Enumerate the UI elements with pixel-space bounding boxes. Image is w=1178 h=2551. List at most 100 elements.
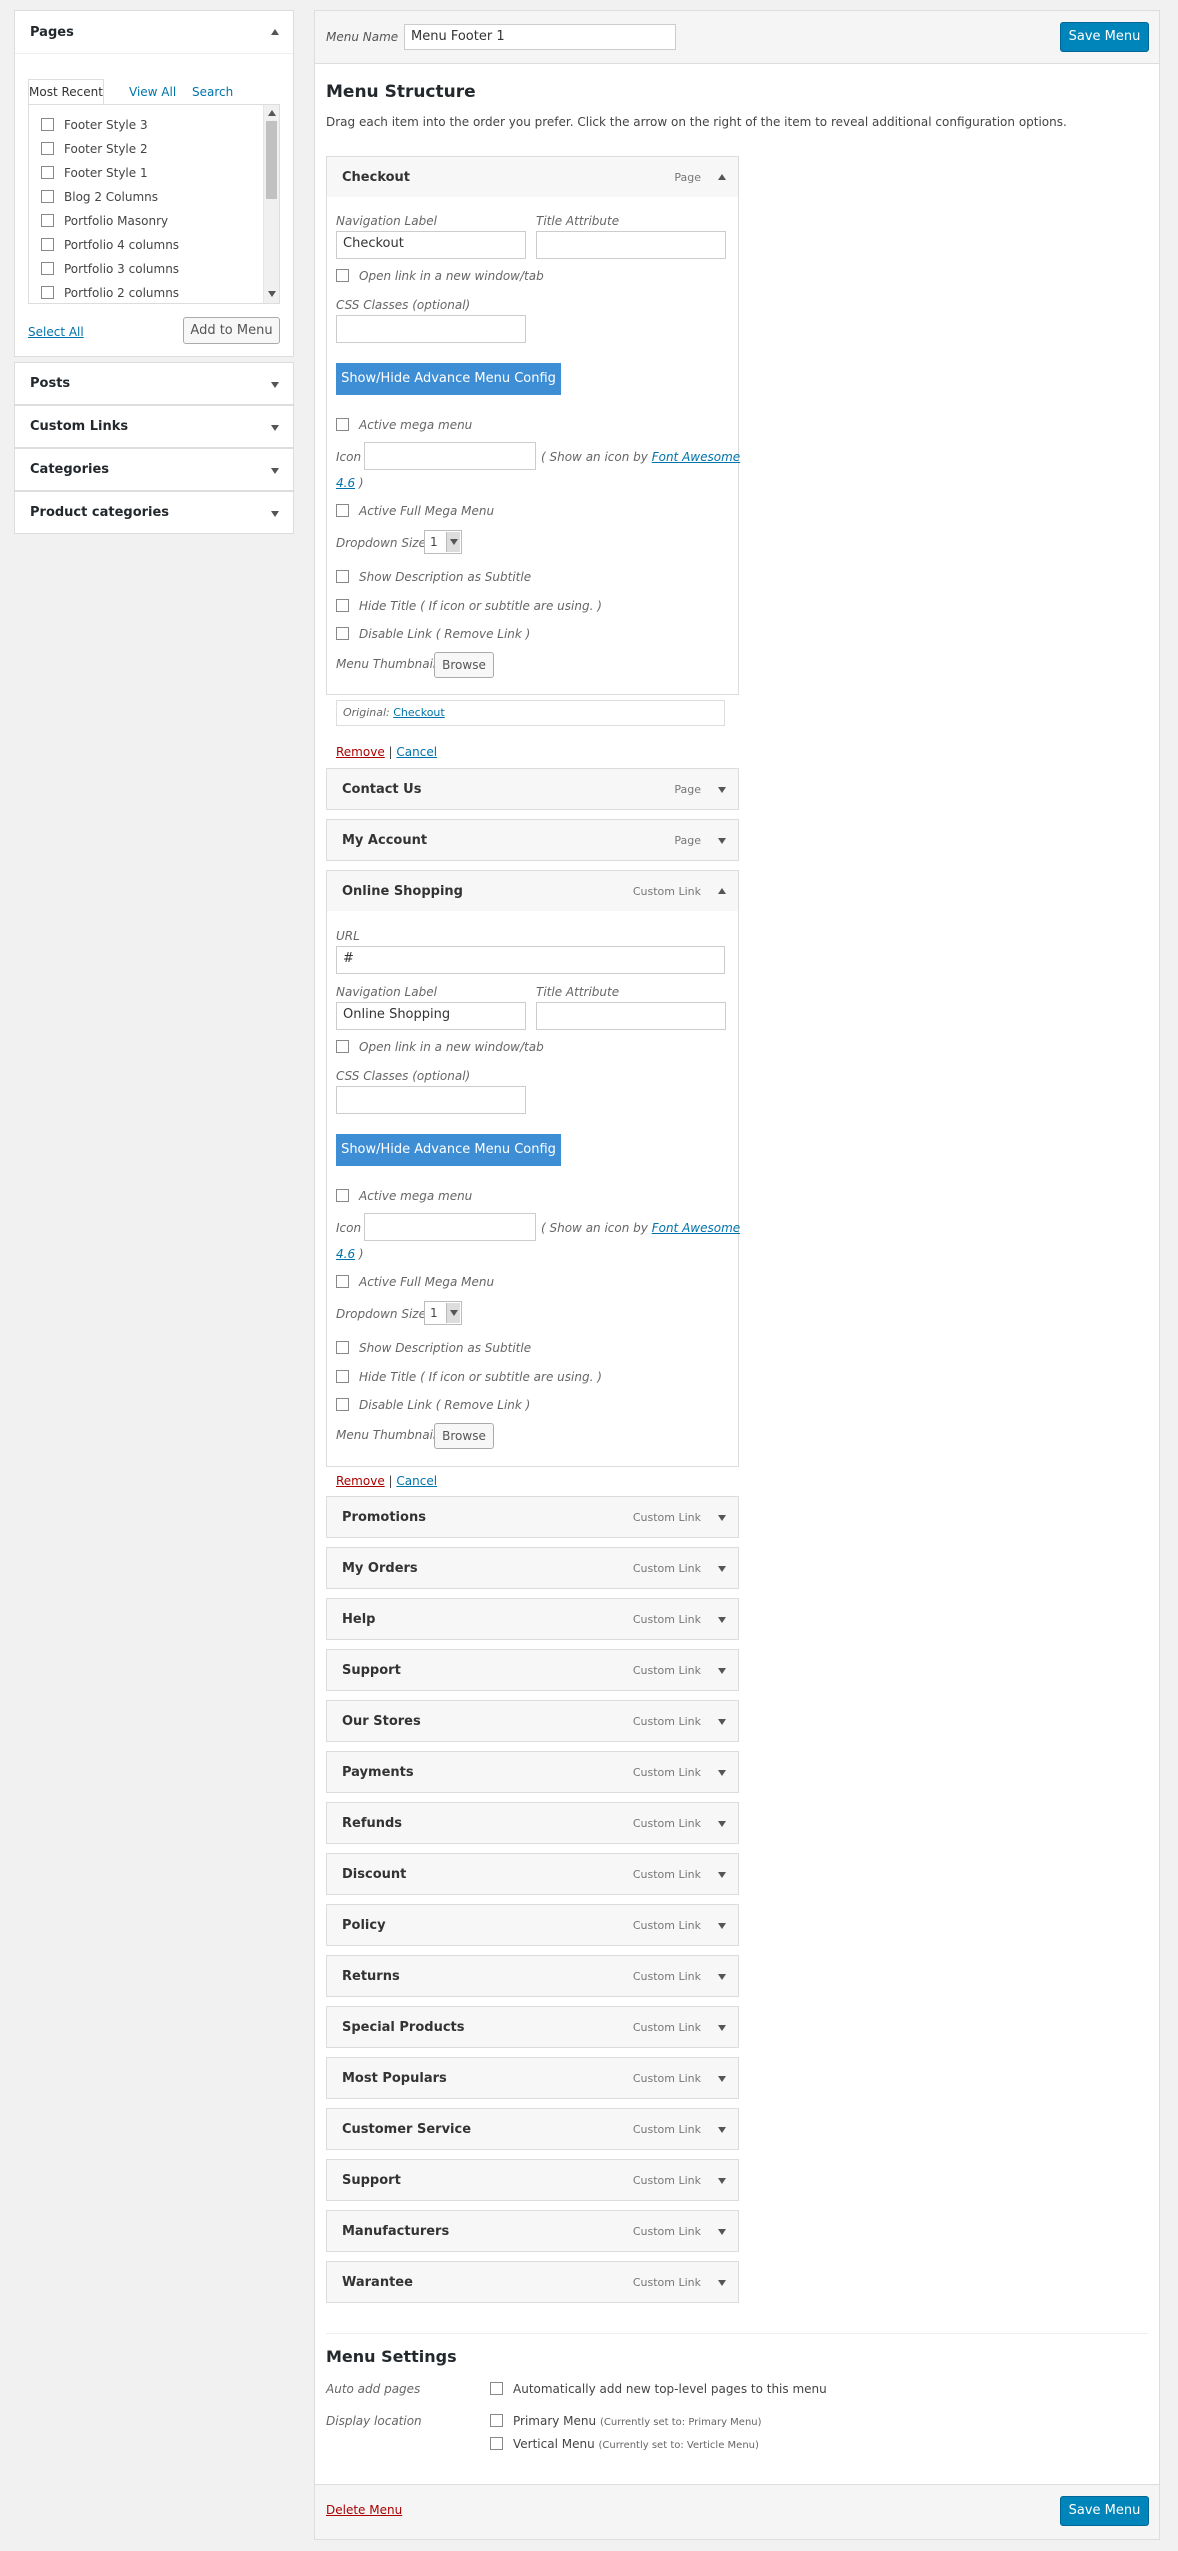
expand-down-icon[interactable] <box>718 1770 726 1776</box>
list-item[interactable]: Portfolio 4 columns <box>41 238 179 252</box>
active-mega-option[interactable]: Active mega menu <box>336 1189 472 1204</box>
expand-down-icon[interactable] <box>718 1974 726 1980</box>
font-awesome-version-link[interactable]: 4.6 <box>336 1247 355 1261</box>
menu-item-support[interactable]: Support Custom Link <box>326 1649 739 1691</box>
full-mega-option[interactable]: Active Full Mega Menu <box>336 504 494 519</box>
icon-input[interactable] <box>364 1213 536 1241</box>
checkbox[interactable] <box>336 1275 349 1288</box>
checkbox[interactable] <box>41 286 54 299</box>
checkbox[interactable] <box>41 238 54 251</box>
checkbox[interactable] <box>336 269 349 282</box>
menu-item-checkout[interactable]: Checkout Page <box>326 156 739 198</box>
collapse-up-icon[interactable] <box>271 29 279 35</box>
checkbox[interactable] <box>336 1040 349 1053</box>
checkbox[interactable] <box>336 504 349 517</box>
delete-menu-link[interactable]: Delete Menu <box>326 2503 402 2517</box>
browse-button[interactable]: Browse <box>434 1423 494 1449</box>
icon-input[interactable] <box>364 442 536 470</box>
expand-down-icon[interactable] <box>718 787 726 793</box>
checkbox[interactable] <box>41 142 54 155</box>
expand-down-icon[interactable] <box>718 2025 726 2031</box>
advance-config-button[interactable]: Show/Hide Advance Menu Config <box>336 363 561 395</box>
menu-item-returns[interactable]: Returns Custom Link <box>326 1955 739 1997</box>
hide-title-option[interactable]: Hide Title ( If icon or subtitle are usi… <box>336 1370 602 1385</box>
expand-down-icon[interactable] <box>718 1566 726 1572</box>
pages-panel-title[interactable]: Pages <box>30 25 74 40</box>
menu-item-promotions[interactable]: Promotions Custom Link <box>326 1496 739 1538</box>
checkbox[interactable] <box>336 599 349 612</box>
cancel-link[interactable]: Cancel <box>396 1474 437 1488</box>
expand-down-icon[interactable] <box>718 1821 726 1827</box>
expand-down-icon[interactable] <box>718 1872 726 1878</box>
disable-link-option[interactable]: Disable Link ( Remove Link ) <box>336 1398 530 1413</box>
original-link[interactable]: Checkout <box>393 706 444 719</box>
collapse-up-icon[interactable] <box>718 888 726 894</box>
nav-label-input[interactable]: Checkout <box>336 231 526 259</box>
menu-item-payments[interactable]: Payments Custom Link <box>326 1751 739 1793</box>
checkbox[interactable] <box>41 118 54 131</box>
disable-link-option[interactable]: Disable Link ( Remove Link ) <box>336 627 530 642</box>
list-item[interactable]: Footer Style 3 <box>41 118 148 132</box>
url-input[interactable]: # <box>336 946 725 974</box>
checkbox[interactable] <box>41 166 54 179</box>
menu-item-customer-service[interactable]: Customer Service Custom Link <box>326 2108 739 2150</box>
scroll-up-icon[interactable] <box>268 110 276 116</box>
menu-item-manufacturers[interactable]: Manufacturers Custom Link <box>326 2210 739 2252</box>
hide-title-option[interactable]: Hide Title ( If icon or subtitle are usi… <box>336 599 602 614</box>
tab-search[interactable]: Search <box>192 85 233 99</box>
checkbox[interactable] <box>336 418 349 431</box>
full-mega-option[interactable]: Active Full Mega Menu <box>336 1275 494 1290</box>
collapse-up-icon[interactable] <box>718 174 726 180</box>
pages-list[interactable]: Footer Style 3 Footer Style 2 Footer Sty… <box>28 104 280 304</box>
menu-item-support-2[interactable]: Support Custom Link <box>326 2159 739 2201</box>
scroll-thumb[interactable] <box>266 121 277 199</box>
accordion-custom-links[interactable]: Custom Links <box>14 405 294 448</box>
list-item[interactable]: Blog 2 Columns <box>41 190 158 204</box>
checkbox[interactable] <box>41 262 54 275</box>
list-item[interactable]: Portfolio 2 columns <box>41 286 179 300</box>
list-item[interactable]: Portfolio Masonry <box>41 214 168 228</box>
menu-item-my-orders[interactable]: My Orders Custom Link <box>326 1547 739 1589</box>
checkbox[interactable] <box>490 2414 503 2427</box>
expand-down-icon[interactable] <box>718 2127 726 2133</box>
menu-item-most-populars[interactable]: Most Populars Custom Link <box>326 2057 739 2099</box>
cancel-link[interactable]: Cancel <box>396 745 437 759</box>
checkbox[interactable] <box>336 1398 349 1411</box>
css-classes-input[interactable] <box>336 315 526 343</box>
menu-item-help[interactable]: Help Custom Link <box>326 1598 739 1640</box>
checkbox[interactable] <box>336 627 349 640</box>
scrollbar[interactable] <box>263 105 279 303</box>
expand-down-icon[interactable] <box>718 1923 726 1929</box>
auto-add-option[interactable]: Automatically add new top-level pages to… <box>490 2382 827 2396</box>
font-awesome-link[interactable]: Font Awesome <box>652 450 740 464</box>
menu-item-discount[interactable]: Discount Custom Link <box>326 1853 739 1895</box>
advance-config-button[interactable]: Show/Hide Advance Menu Config <box>336 1134 561 1166</box>
menu-item-special-products[interactable]: Special Products Custom Link <box>326 2006 739 2048</box>
expand-down-icon[interactable] <box>718 2229 726 2235</box>
remove-link[interactable]: Remove <box>336 1474 385 1488</box>
expand-down-icon[interactable] <box>718 1617 726 1623</box>
primary-menu-option[interactable]: Primary Menu (Currently set to: Primary … <box>490 2414 762 2428</box>
menu-name-input[interactable]: Menu Footer 1 <box>404 24 676 50</box>
new-window-option[interactable]: Open link in a new window/tab <box>336 269 544 284</box>
css-classes-input[interactable] <box>336 1086 526 1114</box>
dropdown-size-select[interactable]: 1 <box>424 530 462 554</box>
select-all-link[interactable]: Select All <box>28 325 84 339</box>
new-window-option[interactable]: Open link in a new window/tab <box>336 1040 544 1055</box>
menu-item-my-account[interactable]: My Account Page <box>326 819 739 861</box>
add-to-menu-button[interactable]: Add to Menu <box>183 317 280 344</box>
expand-down-icon[interactable] <box>718 1668 726 1674</box>
save-menu-button[interactable]: Save Menu <box>1060 22 1149 52</box>
show-desc-option[interactable]: Show Description as Subtitle <box>336 1341 531 1356</box>
title-attr-input[interactable] <box>536 231 726 259</box>
title-attr-input[interactable] <box>536 1002 726 1030</box>
checkbox[interactable] <box>41 190 54 203</box>
menu-item-online-shopping[interactable]: Online Shopping Custom Link <box>326 870 739 912</box>
checkbox[interactable] <box>336 570 349 583</box>
show-desc-option[interactable]: Show Description as Subtitle <box>336 570 531 585</box>
checkbox[interactable] <box>490 2382 503 2395</box>
menu-item-contact-us[interactable]: Contact Us Page <box>326 768 739 810</box>
list-item[interactable]: Footer Style 2 <box>41 142 148 156</box>
scroll-down-icon[interactable] <box>268 291 276 297</box>
list-item[interactable]: Portfolio 3 columns <box>41 262 179 276</box>
